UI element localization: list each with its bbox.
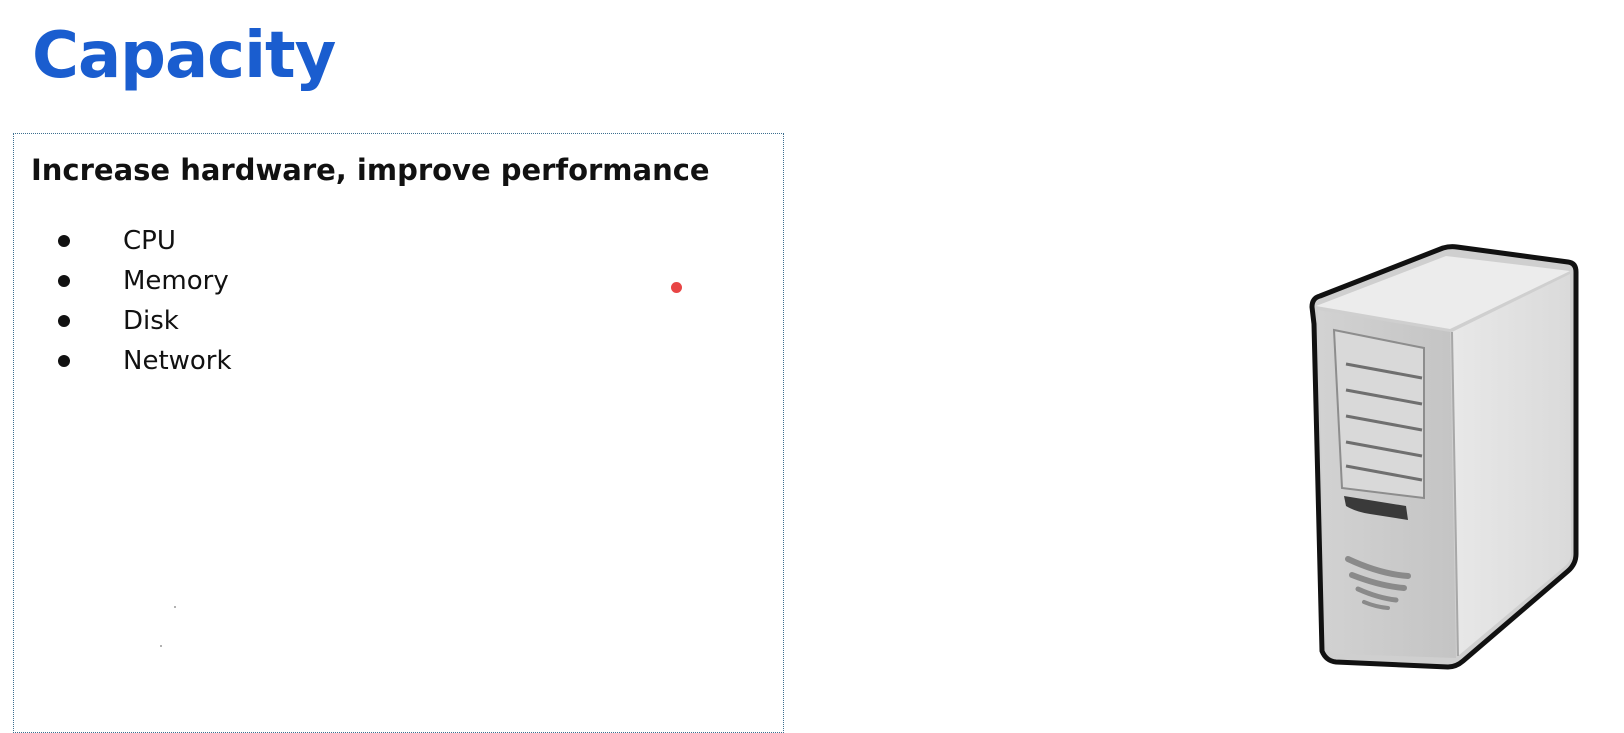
list-item: CPU — [58, 221, 232, 261]
bullet-icon — [58, 235, 70, 247]
slide-title: Capacity — [32, 19, 336, 93]
list-item: Disk — [58, 301, 232, 341]
list-item: Network — [58, 341, 232, 381]
bullet-icon — [58, 275, 70, 287]
list-item: Memory — [58, 261, 232, 301]
bullet-label-network: Network — [123, 346, 232, 376]
speck-mark — [174, 606, 176, 608]
box-heading: Increase hardware, improve performance — [31, 153, 710, 187]
content-box: Increase hardware, improve performance C… — [13, 133, 784, 733]
server-tower-icon — [1300, 244, 1600, 688]
bullet-icon — [58, 315, 70, 327]
bullet-list: CPU Memory Disk Network — [58, 221, 232, 381]
laser-pointer-dot — [671, 282, 682, 293]
bullet-label-disk: Disk — [123, 306, 179, 336]
speck-mark — [160, 645, 162, 647]
bullet-icon — [58, 355, 70, 367]
bullet-label-memory: Memory — [123, 266, 229, 296]
bullet-label-cpu: CPU — [123, 226, 176, 256]
